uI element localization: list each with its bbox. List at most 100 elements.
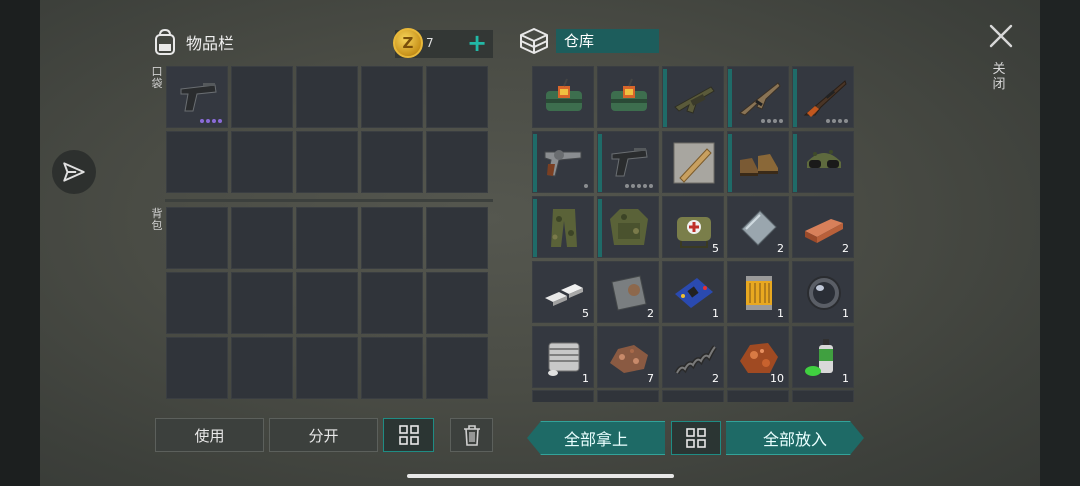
quality-dot (773, 119, 777, 123)
storage-sort-button[interactable] (671, 421, 721, 455)
storage-slot[interactable] (662, 66, 724, 128)
backpack-slot[interactable] (166, 337, 228, 399)
divider (165, 199, 493, 202)
storage-slot[interactable]: 10 (727, 326, 789, 388)
storage-slot[interactable]: 1 (532, 326, 594, 388)
camo-pants-icon (551, 209, 577, 247)
durability-bar (728, 134, 732, 192)
backpack-slot[interactable] (231, 207, 293, 269)
backpack-slot[interactable] (296, 207, 358, 269)
backpack-slot[interactable] (231, 337, 293, 399)
home-indicator[interactable] (407, 474, 674, 478)
storage-slot[interactable] (727, 131, 789, 193)
storage-slot-partial[interactable] (532, 390, 594, 402)
storage-slot[interactable]: 5 (532, 261, 594, 323)
close-icon[interactable] (987, 22, 1015, 50)
storage-slot[interactable]: 7 (597, 326, 659, 388)
storage-slot[interactable]: 1 (792, 261, 854, 323)
storage-slot[interactable] (792, 66, 854, 128)
durability-bar (793, 69, 797, 127)
close-label[interactable]: 关闭 (991, 62, 1007, 92)
durability-bar (663, 69, 667, 127)
durability-bar (598, 199, 602, 257)
pocket-label: 口袋 (151, 65, 163, 90)
pocket-slot[interactable] (361, 131, 423, 193)
pocket-slot[interactable] (296, 66, 358, 128)
storage-slot[interactable]: 2 (597, 261, 659, 323)
item-quantity: 1 (777, 307, 784, 320)
quality-dot (625, 184, 629, 188)
add-currency-button[interactable]: + (467, 29, 487, 57)
backpack-slot[interactable] (361, 272, 423, 334)
take-all-button[interactable]: 全部拿上 (527, 421, 665, 455)
storage-slot[interactable] (532, 66, 594, 128)
pistol-icon (180, 83, 217, 112)
storage-slot[interactable]: 1 (662, 261, 724, 323)
storage-header: 仓库 (518, 26, 659, 56)
pocket-slot[interactable] (426, 66, 488, 128)
storage-slot[interactable] (662, 131, 724, 193)
storage-slot[interactable] (532, 131, 594, 193)
backpack-slot[interactable] (166, 272, 228, 334)
pocket-slot[interactable] (296, 131, 358, 193)
inventory-title: 物品栏 (186, 34, 235, 53)
inventory-sort-button[interactable] (383, 418, 434, 452)
storage-next-row (532, 390, 858, 402)
storage-slot[interactable] (727, 66, 789, 128)
storage-slot-partial[interactable] (727, 390, 789, 402)
pocket-slot[interactable] (426, 131, 488, 193)
storage-slot[interactable] (792, 131, 854, 193)
storage-title: 仓库 (556, 29, 659, 53)
storage-slot[interactable] (597, 196, 659, 258)
camo-goggles-cap-icon (807, 150, 841, 168)
item-quantity: 2 (712, 372, 719, 385)
spray-can-icon (805, 339, 833, 376)
split-button[interactable]: 分开 (269, 418, 378, 452)
backpack-slot[interactable] (296, 337, 358, 399)
currency-box: Z 7 + (393, 28, 493, 58)
quality-dot (643, 184, 647, 188)
send-button[interactable] (52, 150, 96, 194)
storage-slot[interactable]: 1 (792, 326, 854, 388)
pocket-slot[interactable] (166, 66, 228, 128)
storage-slot-partial[interactable] (597, 390, 659, 402)
trash-icon (463, 425, 480, 446)
storage-slot[interactable]: 5 (662, 196, 724, 258)
storage-slot-partial[interactable] (792, 390, 854, 402)
storage-slot[interactable] (597, 66, 659, 128)
storage-slot[interactable] (532, 196, 594, 258)
backpack-slot[interactable] (426, 207, 488, 269)
backpack-slot[interactable] (231, 272, 293, 334)
backpack-slot[interactable] (426, 337, 488, 399)
grenade-launcher-rifle-icon (674, 86, 715, 114)
storage-slot[interactable]: 1 (727, 261, 789, 323)
pocket-slot[interactable] (231, 131, 293, 193)
pocket-slot[interactable] (166, 131, 228, 193)
backpack-slot[interactable] (426, 272, 488, 334)
baseball-bat-blueprint-icon (673, 142, 715, 184)
storage-slot[interactable]: 2 (727, 196, 789, 258)
pocket-slot[interactable] (361, 66, 423, 128)
left-screen-edge (0, 0, 40, 486)
pocket-grid (166, 66, 488, 193)
paper-plane-icon (63, 162, 85, 182)
iron-plate-icon (611, 275, 647, 311)
backpack-label: 背包 (151, 207, 163, 232)
storage-slot[interactable]: 2 (792, 196, 854, 258)
assault-rifle-icon (739, 82, 781, 116)
delete-button[interactable] (450, 418, 493, 452)
pocket-slot[interactable] (231, 66, 293, 128)
use-button[interactable]: 使用 (155, 418, 264, 452)
backpack-slot[interactable] (166, 207, 228, 269)
backpack-slot[interactable] (361, 337, 423, 399)
put-all-button[interactable]: 全部放入 (726, 421, 864, 455)
storage-slot[interactable]: 2 (662, 326, 724, 388)
dynamite-bundle-icon (546, 78, 582, 111)
backpack-slot[interactable] (361, 207, 423, 269)
item-quantity: 2 (842, 242, 849, 255)
storage-slot-partial[interactable] (662, 390, 724, 402)
storage-slot[interactable] (597, 131, 659, 193)
aluminum-ingot-icon (545, 284, 583, 306)
backpack-slot[interactable] (296, 272, 358, 334)
durability-bar (598, 134, 602, 192)
